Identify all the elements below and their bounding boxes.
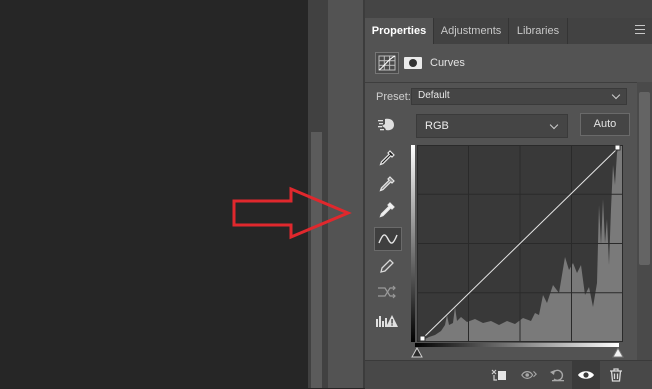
- curves-adjustment-icon: [375, 52, 399, 74]
- gray-point-eyedropper-icon[interactable]: [374, 173, 400, 195]
- reset-adjustments-icon[interactable]: [549, 366, 567, 384]
- black-point-eyedropper-icon[interactable]: [374, 147, 400, 169]
- output-gradient-bar: [411, 145, 415, 342]
- preset-value: Default: [418, 90, 450, 101]
- preset-label: Preset:: [376, 91, 411, 103]
- pencil-draw-icon[interactable]: [374, 255, 400, 277]
- tab-separator: [567, 18, 568, 44]
- curve-point-white: [614, 145, 621, 151]
- panel-footer: [365, 360, 652, 389]
- tab-adjustments[interactable]: Adjustments: [434, 18, 508, 44]
- panel-scrollbar-thumb[interactable]: [639, 92, 650, 265]
- curve-points-icon[interactable]: [374, 227, 402, 251]
- properties-panel: Properties Adjustments Libraries Curves …: [365, 0, 652, 389]
- annotation-arrow-icon: [232, 186, 352, 240]
- curve-histogram-area[interactable]: [417, 145, 623, 342]
- chevron-down-icon: [611, 90, 621, 100]
- curves-graph[interactable]: [411, 145, 624, 358]
- canvas-scrollbar-thumb[interactable]: [311, 132, 322, 388]
- visibility-eye-icon[interactable]: [577, 366, 595, 384]
- clip-to-layer-icon[interactable]: [490, 366, 508, 384]
- auto-button[interactable]: Auto: [580, 113, 630, 136]
- chevron-down-icon: [549, 120, 559, 130]
- on-image-adjust-icon[interactable]: [374, 114, 400, 136]
- white-input-slider-icon[interactable]: [612, 347, 624, 359]
- panel-menu-icon[interactable]: [635, 25, 645, 34]
- clipping-warning-icon[interactable]: [374, 310, 400, 332]
- input-gradient-bar: [415, 343, 619, 347]
- tab-properties[interactable]: Properties: [365, 18, 433, 44]
- layer-mask-icon[interactable]: [404, 57, 422, 69]
- channel-dropdown[interactable]: RGB: [416, 114, 568, 138]
- adjustment-title: Curves: [430, 57, 465, 69]
- smooth-curve-icon[interactable]: [374, 281, 400, 303]
- header-divider: [365, 82, 637, 83]
- panel-tabs: Properties Adjustments Libraries: [365, 18, 652, 44]
- white-point-eyedropper-icon[interactable]: [374, 199, 400, 221]
- view-previous-state-icon[interactable]: [520, 366, 538, 384]
- delete-trash-icon[interactable]: [607, 366, 625, 384]
- adjustment-header: Curves: [365, 46, 637, 82]
- panel-title-bar: [365, 0, 652, 18]
- preset-dropdown[interactable]: Default: [411, 88, 627, 105]
- curve-point-black: [419, 335, 426, 342]
- black-input-slider-icon[interactable]: [411, 347, 423, 359]
- tab-libraries[interactable]: Libraries: [509, 18, 567, 44]
- channel-value: RGB: [425, 120, 449, 132]
